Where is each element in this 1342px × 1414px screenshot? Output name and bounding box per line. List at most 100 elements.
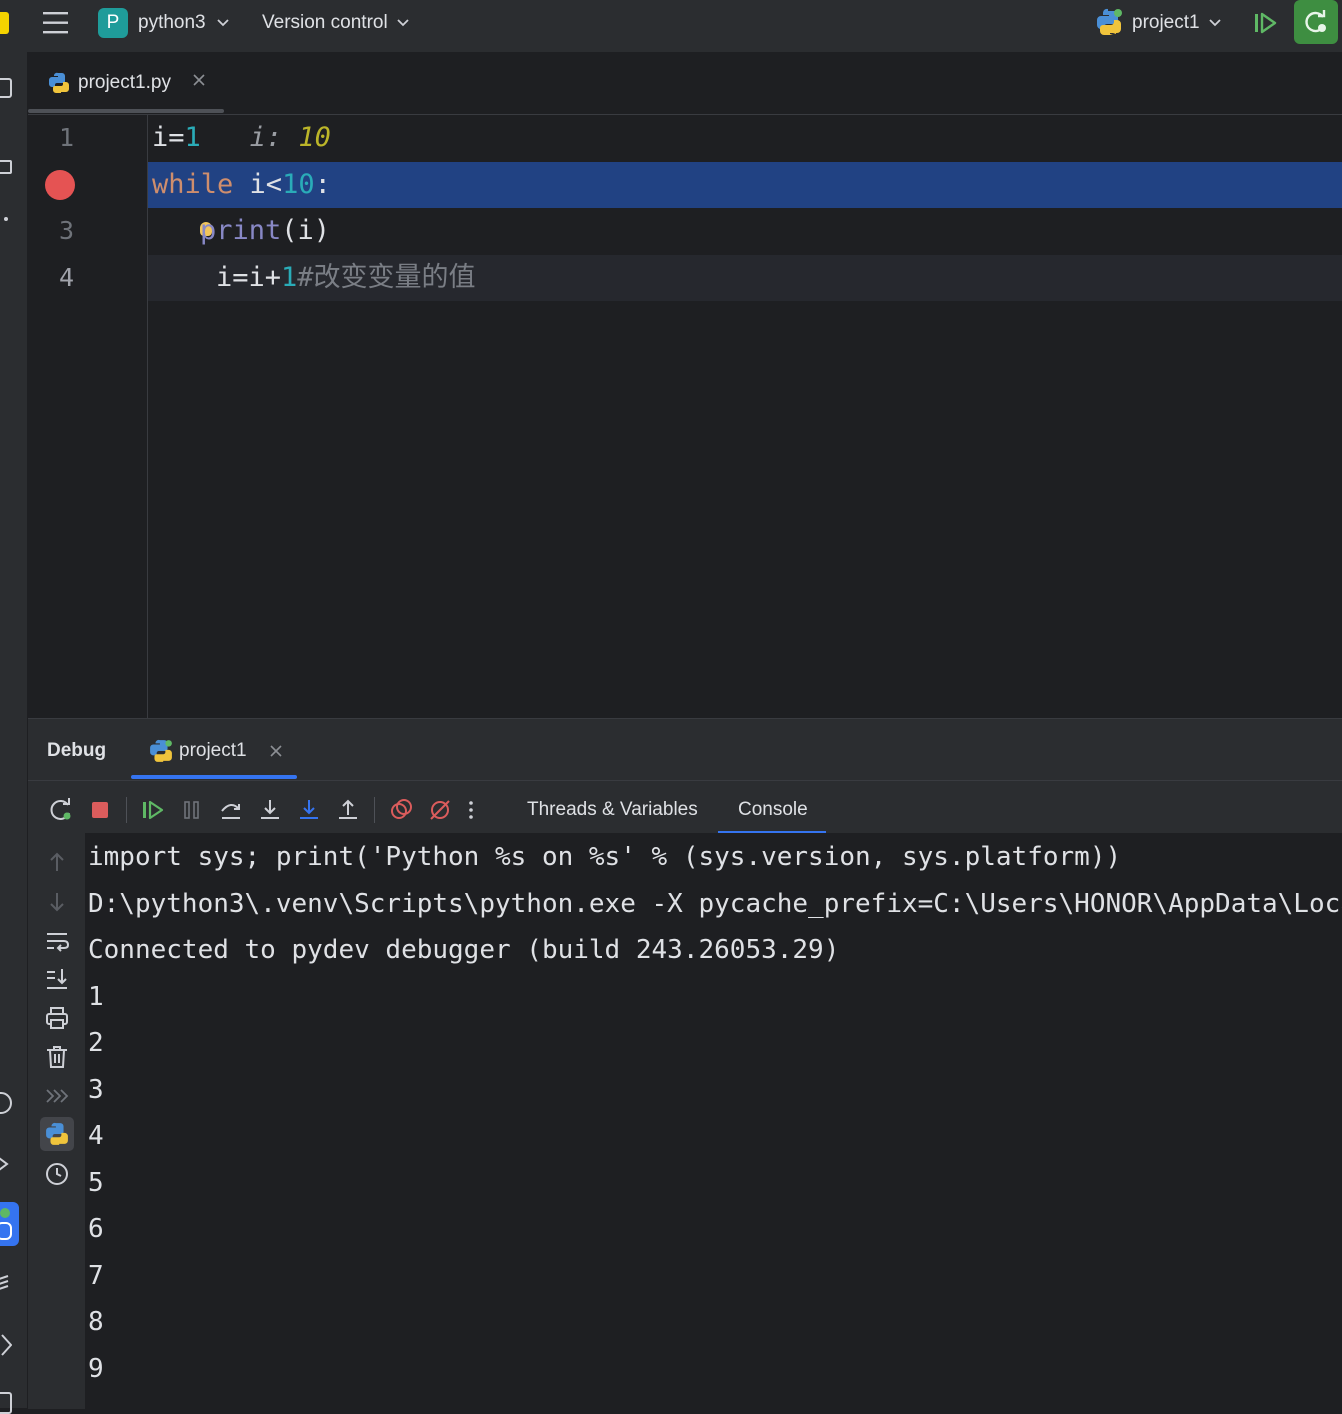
problems-icon[interactable] — [0, 1392, 12, 1414]
scroll-to-end-icon[interactable] — [44, 966, 70, 992]
console-line: Connected to pydev debugger (build 243.2… — [88, 935, 840, 965]
code-line[interactable]: 4 i=i+1#改变变量的值 — [28, 254, 1342, 301]
console-output[interactable]: import sys; print('Python %s on %s' % (s… — [85, 833, 1342, 1409]
code-token: (i) — [281, 215, 331, 246]
project-tool-icon[interactable] — [0, 78, 12, 98]
more-tools-icon[interactable] — [4, 217, 8, 221]
code-text: i=i+1#改变变量的值 — [216, 255, 476, 301]
debug-tool-window: Debug project1 Threads & Variables Conso… — [28, 718, 1342, 1409]
console-line: D:\python3\.venv\Scripts\python.exe -X p… — [88, 888, 1342, 919]
toolbar-separator — [126, 797, 127, 823]
more-options-icon[interactable] — [466, 797, 476, 823]
step-into-icon[interactable] — [257, 797, 283, 823]
code-token: while — [152, 168, 234, 200]
line-number: 1 — [58, 123, 74, 152]
rerun-debug-icon — [1303, 9, 1329, 35]
view-breakpoints-icon[interactable] — [388, 797, 414, 823]
double-chevron-icon[interactable] — [44, 1083, 70, 1109]
debug-header-divider — [28, 780, 1342, 781]
code-line[interactable]: 1 i=1 i: 10 — [28, 115, 1342, 162]
code-token: 10 — [282, 168, 315, 200]
vcs-selector[interactable]: Version control — [262, 7, 410, 39]
code-token: : — [314, 168, 331, 200]
tab-threads-variables[interactable]: Threads & Variables — [507, 793, 718, 827]
breakpoint-icon[interactable] — [45, 169, 75, 200]
toolbar-separator — [374, 797, 375, 823]
python-console-button[interactable] — [40, 1117, 74, 1151]
active-tab-indicator — [28, 109, 224, 113]
code-token: i= — [152, 122, 185, 153]
mute-breakpoints-icon[interactable] — [427, 797, 453, 823]
debug-tool-button[interactable] — [0, 1202, 19, 1246]
python-icon — [149, 739, 173, 763]
title-bar: P python3 Version control project1 — [0, 0, 1342, 53]
editor-tab-project1[interactable]: project1.py — [28, 52, 224, 114]
rerun-icon[interactable] — [48, 797, 74, 823]
console-line: 3 — [88, 1074, 104, 1105]
rerun-debug-button[interactable] — [1294, 0, 1338, 44]
code-line[interactable]: while i<10: — [28, 161, 1342, 208]
close-icon[interactable] — [191, 72, 207, 88]
run-config-selector[interactable]: project1 — [1094, 6, 1222, 40]
line-number: 3 — [58, 216, 74, 245]
resume-icon[interactable] — [1252, 10, 1278, 36]
editor-tab-bar: project1.py — [28, 52, 1342, 115]
terminal-icon[interactable] — [0, 1156, 10, 1172]
project-selector[interactable]: P python3 — [98, 7, 230, 39]
soft-wrap-icon[interactable] — [44, 928, 70, 954]
console-line: 4 — [88, 1121, 104, 1151]
arrow-up-icon[interactable] — [44, 849, 70, 875]
services-icon[interactable] — [0, 1334, 12, 1356]
editor-area: project1.py 1 i=1 i: 10 while i<10: 3 print(… — [28, 52, 1342, 718]
console-lines: import sys; print('Python %s on %s' % (s… — [88, 834, 1342, 1392]
debug-title: Debug — [47, 740, 107, 761]
chevron-down-icon — [1208, 18, 1222, 28]
line-number: 4 — [58, 262, 74, 292]
code-token: 1 — [281, 261, 298, 293]
editor-tab-label: project1.py — [78, 72, 171, 93]
structure-tool-icon[interactable] — [0, 160, 12, 174]
stop-icon[interactable] — [87, 797, 113, 823]
main-menu-icon[interactable] — [42, 10, 70, 36]
code-token: 1 — [184, 122, 201, 153]
trash-icon[interactable] — [44, 1044, 70, 1070]
console-line: 6 — [88, 1214, 104, 1244]
active-session-indicator — [131, 775, 297, 779]
console-line: import sys; print('Python %s on %s' % (s… — [88, 842, 1122, 872]
console-line: 1 — [88, 981, 104, 1012]
resume-program-icon[interactable] — [140, 797, 166, 823]
bug-icon — [0, 1222, 12, 1240]
tab-console-label: Console — [738, 799, 808, 820]
console-side-toolbar — [28, 833, 85, 1409]
arrow-down-icon[interactable] — [44, 889, 70, 915]
code-text: print(i) — [200, 208, 330, 254]
chevron-down-icon — [396, 18, 410, 28]
project-badge: P — [98, 8, 128, 38]
code-token: i< — [233, 168, 283, 200]
console-line: 2 — [88, 1028, 104, 1058]
debug-toolbar — [48, 795, 496, 825]
step-into-my-code-icon[interactable] — [296, 797, 322, 823]
python-file-icon — [48, 72, 70, 94]
python-icon — [1094, 8, 1124, 38]
tab-console[interactable]: Console — [718, 793, 826, 833]
step-out-icon[interactable] — [335, 797, 361, 823]
print-icon[interactable] — [44, 1005, 70, 1031]
code-text: while i<10: — [152, 162, 331, 208]
step-over-icon[interactable] — [218, 797, 244, 823]
python-packages-icon[interactable] — [0, 1092, 12, 1114]
tool-window-strip — [0, 52, 28, 1414]
debug-session-label: project1 — [179, 740, 247, 761]
layers-icon[interactable] — [0, 1274, 10, 1296]
history-icon[interactable] — [44, 1161, 70, 1187]
pause-icon[interactable] — [179, 797, 205, 823]
python-icon — [45, 1122, 69, 1146]
close-icon[interactable] — [268, 743, 284, 759]
app-logo-icon[interactable] — [0, 12, 9, 34]
debug-active-indicator — [0, 1208, 10, 1218]
console-line: 7 — [88, 1260, 104, 1291]
code-line[interactable]: 3 print(i) — [28, 208, 1342, 255]
code-token: #改变变量的值 — [297, 261, 476, 293]
inline-debug-value-name: i: — [249, 122, 283, 153]
debug-session-tab[interactable]: project1 — [131, 729, 297, 781]
